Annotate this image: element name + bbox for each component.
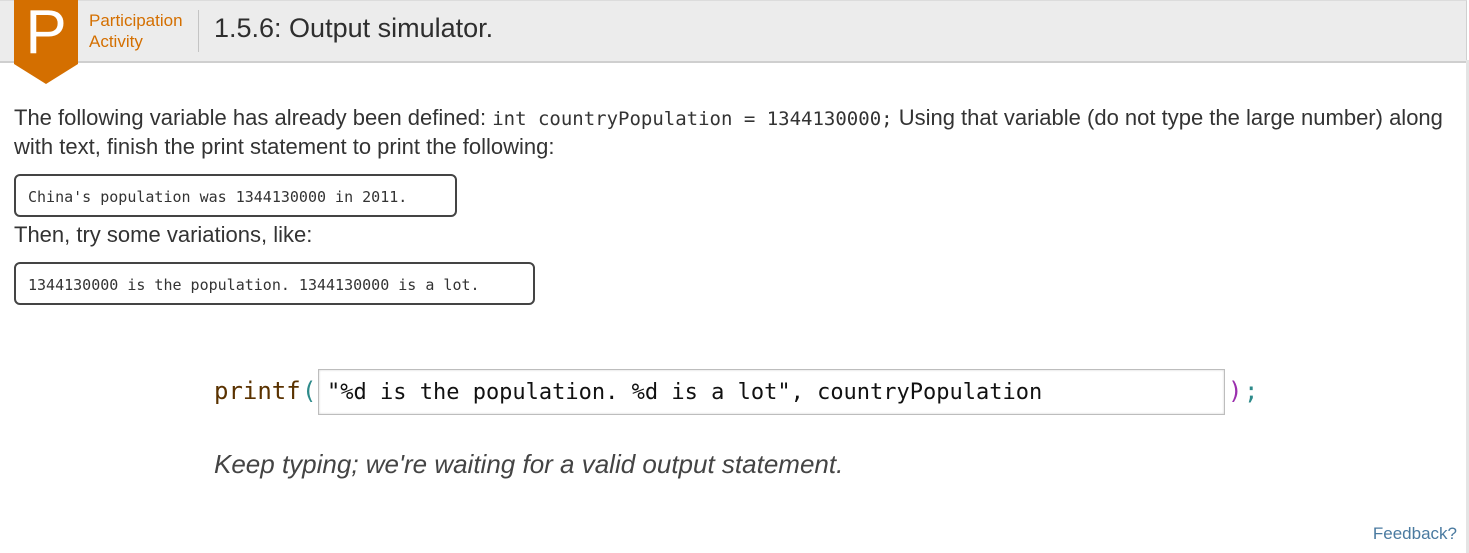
close-paren: ) — [1228, 377, 1243, 405]
instructions-intro: The following variable has already been … — [14, 105, 493, 130]
status-message: Keep typing; we're waiting for a valid o… — [214, 449, 844, 479]
open-paren: ( — [302, 377, 317, 405]
code-input-field[interactable] — [318, 369, 1225, 415]
semicolon: ; — [1244, 377, 1259, 405]
activity-type-label: Participation Activity — [89, 10, 183, 52]
variable-declaration-code: int countryPopulation = 1344130000; — [492, 108, 893, 130]
activity-type-line2: Activity — [89, 32, 143, 51]
instructions-text: The following variable has already been … — [14, 104, 1464, 160]
activity-title: 1.5.6: Output simulator. — [214, 13, 494, 43]
feedback-link[interactable]: Feedback? — [1373, 524, 1457, 544]
variation-output-box: 1344130000 is the population. 1344130000… — [14, 262, 535, 305]
header-divider — [198, 10, 199, 52]
variations-prompt: Then, try some variations, like: — [14, 222, 313, 247]
badge-letter: P — [25, 0, 67, 67]
printf-keyword: printf — [214, 377, 301, 405]
participation-badge-icon: P — [14, 0, 78, 84]
expected-output-box: China's population was 1344130000 in 201… — [14, 174, 457, 217]
activity-type-line1: Participation — [89, 11, 183, 30]
